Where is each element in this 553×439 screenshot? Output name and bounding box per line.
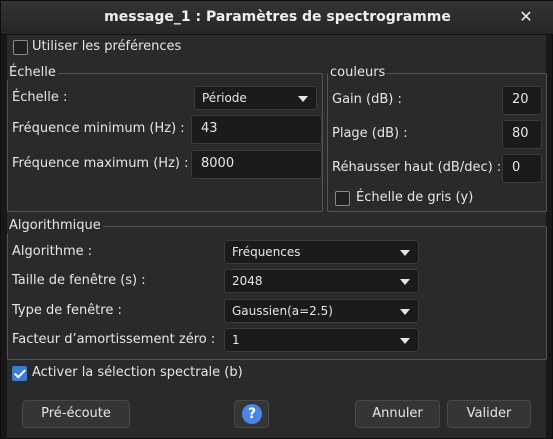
scale-select-value: Période	[202, 91, 247, 105]
scale-select[interactable]: Période	[194, 86, 317, 110]
grayscale-checkbox[interactable]	[335, 191, 350, 206]
spectral-selection-label: Activer la sélection spectrale (b)	[32, 365, 243, 380]
window-size-select[interactable]: 2048	[224, 269, 419, 293]
range-input[interactable]: 80	[502, 120, 542, 149]
scale-label: Échelle :	[12, 90, 68, 105]
ok-button[interactable]: Valider	[447, 400, 531, 428]
zero-padding-select[interactable]: 1	[224, 328, 419, 352]
colors-group-title: couleurs	[328, 65, 388, 80]
zero-padding-select-value: 1	[232, 333, 240, 347]
gain-input[interactable]: 20	[502, 86, 542, 115]
chevron-down-icon	[298, 96, 308, 102]
cancel-button[interactable]: Annuler	[355, 400, 440, 428]
close-icon[interactable]: ✕	[516, 7, 536, 27]
chevron-down-icon	[400, 279, 410, 285]
chevron-down-icon	[400, 250, 410, 256]
gain-label: Gain (dB) :	[332, 92, 402, 107]
algorithm-label: Algorithme :	[12, 244, 93, 259]
dialog-window: message_1 : Paramètres de spectrogramme …	[0, 0, 553, 439]
high-boost-input[interactable]: 0	[502, 154, 542, 183]
window-type-select[interactable]: Gaussien(a=2.5)	[224, 299, 419, 323]
high-boost-label: Réhausser haut (dB/dec) :	[332, 160, 502, 175]
algorithm-group-title: Algorithmique	[7, 218, 103, 233]
algorithm-select-value: Fréquences	[232, 245, 301, 259]
help-button[interactable]: ?	[234, 400, 269, 428]
window-size-label: Taille de fenêtre (s) :	[12, 273, 146, 288]
chevron-down-icon	[400, 338, 410, 344]
use-preferences-checkbox[interactable]	[13, 40, 28, 55]
use-preferences-label: Utiliser les préférences	[32, 39, 182, 54]
min-frequency-label: Fréquence minimum (Hz) :	[12, 121, 185, 136]
range-label: Plage (dB) :	[332, 126, 408, 141]
window-title: message_1 : Paramètres de spectrogramme	[104, 9, 451, 25]
min-frequency-input[interactable]: 43	[191, 115, 322, 144]
window-type-label: Type de fenêtre :	[12, 303, 122, 318]
title-bar[interactable]: message_1 : Paramètres de spectrogramme …	[1, 1, 553, 35]
spectral-selection-checkbox[interactable]	[12, 366, 27, 381]
max-frequency-input[interactable]: 8000	[191, 150, 322, 179]
algorithm-select[interactable]: Fréquences	[224, 240, 419, 264]
max-frequency-label: Fréquence maximum (Hz) :	[12, 156, 189, 171]
chevron-down-icon	[400, 309, 410, 315]
scale-group-title: Échelle	[7, 65, 58, 80]
preview-button[interactable]: Pré-écoute	[22, 400, 130, 428]
window-type-select-value: Gaussien(a=2.5)	[232, 304, 333, 318]
grayscale-label: Échelle de gris (y)	[356, 190, 474, 205]
help-icon: ?	[242, 404, 262, 424]
window-size-select-value: 2048	[232, 274, 263, 288]
zero-padding-label: Facteur d’amortissement zéro :	[12, 332, 216, 347]
